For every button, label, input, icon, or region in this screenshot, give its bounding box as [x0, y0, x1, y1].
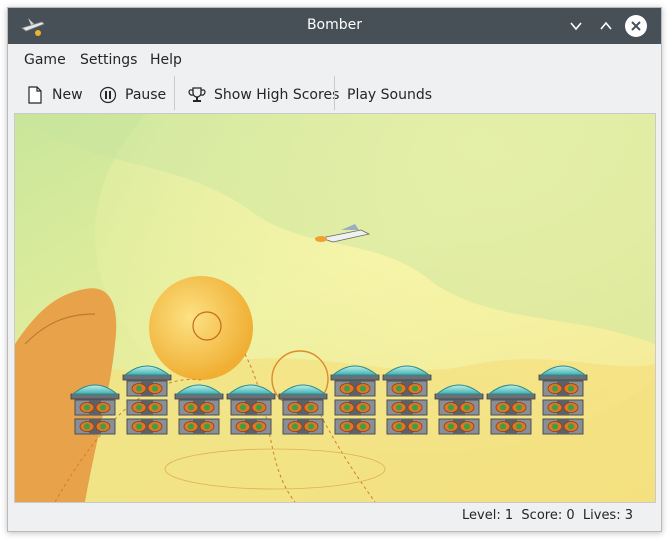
toolbar-separator: [174, 76, 175, 110]
building: [486, 384, 536, 435]
chevron-up-icon: [600, 21, 612, 30]
menu-help[interactable]: Help: [150, 52, 182, 68]
menu-game[interactable]: Game: [24, 52, 66, 68]
building-floor: [230, 399, 272, 416]
maximize-button[interactable]: [595, 15, 617, 37]
toolbar: New Pause Show High Scores Play Sounds: [8, 76, 661, 112]
bomber-window: Bomber Game Settings Help New Pause Show…: [7, 7, 662, 532]
lives-indicator: Lives: 3: [582, 508, 633, 523]
building-floor: [542, 418, 584, 435]
new-game-label: New: [52, 87, 83, 103]
building-floor: [178, 399, 220, 416]
game-canvas[interactable]: [14, 113, 656, 503]
building-floor: [74, 399, 116, 416]
play-sounds-toggle[interactable]: Play Sounds: [347, 83, 432, 107]
level-indicator: Level: 1: [462, 508, 514, 523]
building-floor: [334, 380, 376, 397]
building: [70, 384, 120, 435]
building-floor: [438, 399, 480, 416]
building-floor: [542, 399, 584, 416]
score-indicator: Score: 0: [521, 508, 575, 523]
document-new-icon: [26, 86, 44, 104]
chevron-down-icon: [570, 22, 582, 31]
building-floor: [438, 418, 480, 435]
window-title: Bomber: [306, 17, 363, 33]
pause-label: Pause: [125, 87, 167, 103]
title-bar[interactable]: Bomber: [8, 8, 661, 44]
play-sounds-label: Play Sounds: [347, 87, 433, 103]
menu-bar: Game Settings Help: [8, 45, 661, 75]
game-scene: [15, 114, 655, 502]
building: [330, 365, 380, 435]
building: [434, 384, 484, 435]
building-floor: [386, 399, 428, 416]
building: [538, 365, 588, 435]
building-floor: [74, 418, 116, 435]
building-floor: [230, 418, 272, 435]
close-icon: [631, 21, 641, 31]
pause-icon: [99, 86, 117, 104]
building-floor: [126, 380, 168, 397]
building-floor: [386, 418, 428, 435]
building-floor: [178, 418, 220, 435]
show-high-scores-button[interactable]: Show High Scores: [188, 83, 339, 107]
building-floor: [542, 380, 584, 397]
close-button[interactable]: [625, 15, 647, 37]
trophy-icon: [188, 86, 206, 104]
building-floor: [282, 418, 324, 435]
building-floor: [490, 399, 532, 416]
building: [174, 384, 224, 435]
building-floor: [334, 418, 376, 435]
building-floor: [490, 418, 532, 435]
building: [278, 384, 328, 435]
building: [122, 365, 172, 435]
building-floor: [126, 399, 168, 416]
building-floor: [386, 380, 428, 397]
building: [226, 384, 276, 435]
toolbar-separator: [334, 76, 335, 110]
building-floor: [126, 418, 168, 435]
building-floor: [282, 399, 324, 416]
new-game-button[interactable]: New: [26, 83, 83, 107]
status-bar: Level: 1 Score: 0 Lives: 3: [8, 504, 661, 528]
pause-button[interactable]: Pause: [99, 83, 166, 107]
menu-settings[interactable]: Settings: [80, 52, 137, 68]
minimize-button[interactable]: [565, 15, 587, 37]
building-floor: [334, 399, 376, 416]
show-high-scores-label: Show High Scores: [214, 87, 340, 103]
status-text: Level: 1 Score: 0 Lives: 3: [462, 508, 633, 523]
planet-orb: [149, 276, 253, 380]
building: [382, 365, 432, 435]
